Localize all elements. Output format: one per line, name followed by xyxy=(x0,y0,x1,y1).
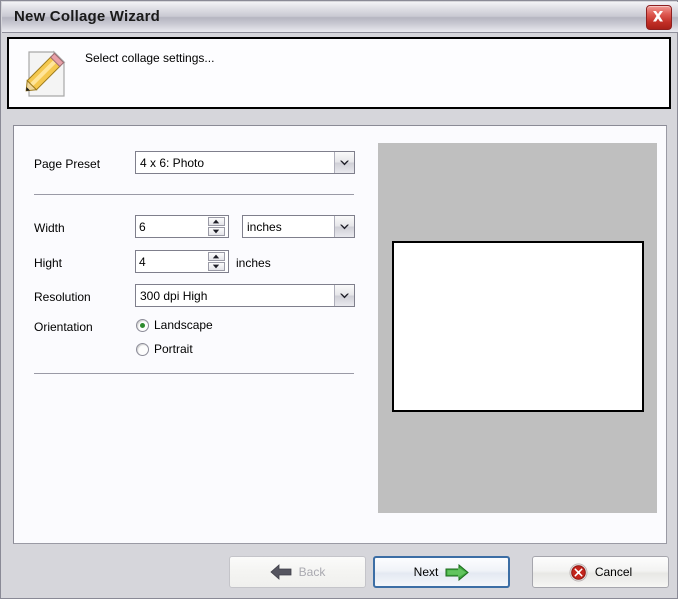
height-stepper[interactable]: 4 xyxy=(135,250,229,273)
triangle-up-icon[interactable] xyxy=(207,252,225,261)
page-preset-combobox[interactable]: 4 x 6: Photo xyxy=(135,151,355,174)
resolution-label: Resolution xyxy=(34,290,91,304)
chevron-down-icon[interactable] xyxy=(334,285,354,306)
header-message: Select collage settings... xyxy=(85,51,215,65)
new-collage-wizard-dialog: New Collage Wizard Select collage settin… xyxy=(0,0,678,599)
orientation-option-landscape[interactable]: Landscape xyxy=(136,318,213,332)
radio-selected-icon xyxy=(136,318,149,332)
preview-page-rectangle xyxy=(392,241,644,412)
window-title: New Collage Wizard xyxy=(14,8,160,25)
separator-bottom xyxy=(34,373,354,374)
arrow-right-icon xyxy=(445,563,470,581)
width-label: Width xyxy=(34,221,65,235)
radio-unselected-icon xyxy=(136,342,149,356)
cancel-button-label: Cancel xyxy=(594,565,633,579)
width-spin-buttons xyxy=(206,216,228,237)
page-preset-label: Page Preset xyxy=(34,157,101,171)
cancel-circle-icon xyxy=(569,562,588,582)
height-spin-buttons xyxy=(206,251,228,272)
cancel-button[interactable]: Cancel xyxy=(532,556,669,588)
chevron-down-icon[interactable] xyxy=(334,152,354,173)
close-icon[interactable] xyxy=(646,5,672,30)
width-unit-value: inches xyxy=(247,219,282,234)
resolution-value: 300 dpi High xyxy=(140,288,208,303)
collage-preview-panel xyxy=(378,143,657,513)
arrow-left-icon xyxy=(270,564,292,580)
orientation-option-portrait[interactable]: Portrait xyxy=(136,342,193,356)
content-panel: Page Preset 4 x 6: Photo Width 6 inches … xyxy=(13,125,667,544)
triangle-up-icon[interactable] xyxy=(207,217,225,226)
height-unit-text: inches xyxy=(236,256,271,270)
document-pencil-icon xyxy=(23,49,69,99)
chevron-down-icon[interactable] xyxy=(334,216,354,237)
back-button-label: Back xyxy=(298,565,326,579)
orientation-portrait-label: Portrait xyxy=(154,342,193,356)
next-button[interactable]: Next xyxy=(373,556,510,588)
header-banner: Select collage settings... xyxy=(7,37,671,109)
width-unit-combobox[interactable]: inches xyxy=(242,215,355,238)
page-preset-value: 4 x 6: Photo xyxy=(140,155,205,170)
width-stepper[interactable]: 6 xyxy=(135,215,229,238)
separator-top xyxy=(34,194,354,195)
width-value: 6 xyxy=(139,219,146,234)
triangle-down-icon[interactable] xyxy=(207,227,225,236)
title-bar: New Collage Wizard xyxy=(2,2,678,33)
orientation-landscape-label: Landscape xyxy=(154,318,213,332)
triangle-down-icon[interactable] xyxy=(207,262,225,271)
height-label: Hight xyxy=(34,256,63,270)
back-button[interactable]: Back xyxy=(229,556,366,588)
height-value: 4 xyxy=(139,254,146,269)
resolution-combobox[interactable]: 300 dpi High xyxy=(135,284,355,307)
orientation-label: Orientation xyxy=(34,320,93,334)
next-button-label: Next xyxy=(413,565,439,579)
